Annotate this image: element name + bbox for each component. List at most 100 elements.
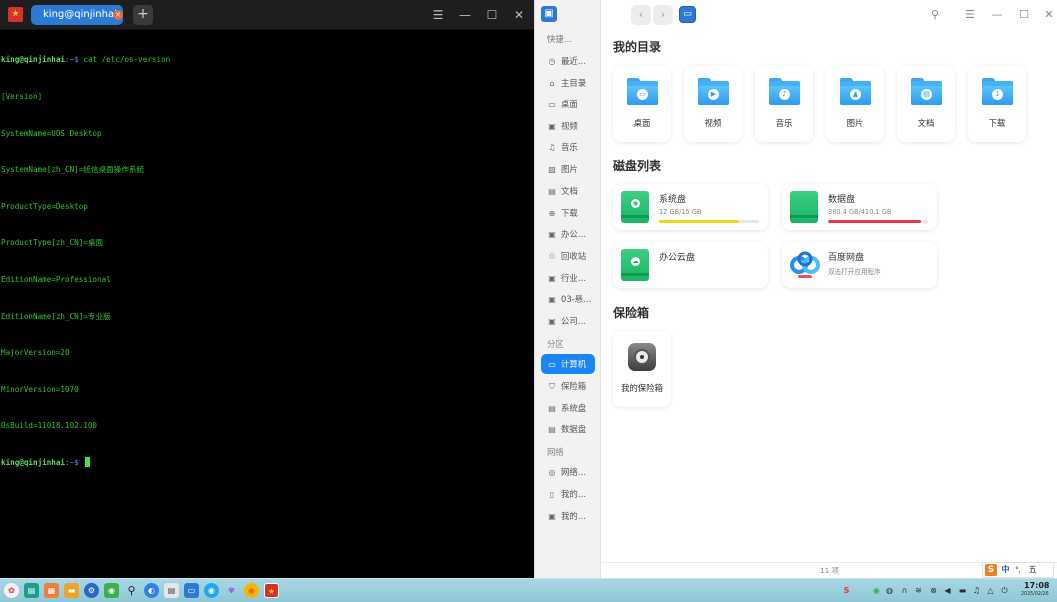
wifi-icon[interactable]: ≋ bbox=[913, 585, 924, 596]
bell-icon[interactable]: △ bbox=[985, 585, 996, 596]
chrome-icon[interactable]: ◉ bbox=[244, 583, 259, 598]
terminal-line: MinorVersion=1070 bbox=[1, 384, 79, 394]
maximize-icon[interactable]: ☐ bbox=[1017, 8, 1031, 22]
section-title-my-dirs: 我的目录 bbox=[613, 40, 662, 54]
connection-icon[interactable]: ⊗ bbox=[928, 585, 939, 596]
dir-label: 文档 bbox=[917, 118, 935, 128]
terminal-tab[interactable]: king@qinjinhai: ~ bbox=[31, 5, 123, 25]
ime-punct-toggle[interactable]: °, bbox=[1015, 563, 1026, 577]
terminal-window[interactable]: ★ king@qinjinhai: ~ ✕ + ☰ — ☐ ✕ king@qin… bbox=[0, 0, 534, 578]
battery-icon[interactable]: ▬ bbox=[957, 585, 968, 596]
dir-card-desktop[interactable]: ▭ 桌面 bbox=[613, 66, 671, 142]
sidebar-item-network[interactable]: ◎ 网络… bbox=[541, 462, 595, 482]
sidebar-item-home[interactable]: ⌂ 主目录 bbox=[541, 73, 595, 93]
terminal-cursor bbox=[85, 456, 91, 467]
close-icon[interactable]: ✕ bbox=[511, 7, 527, 23]
dir-card-music[interactable]: ♪ 音乐 bbox=[755, 66, 813, 142]
search-icon[interactable]: ⚲ bbox=[928, 8, 942, 22]
sidebar-item-office[interactable]: ▣ 办公… bbox=[541, 224, 595, 244]
disk-card-system[interactable]: ◉ 系统盘 12 GB/15 GB bbox=[613, 184, 768, 230]
disk-size: 380.4 GB/410.1 GB bbox=[828, 208, 892, 216]
notification-icon[interactable]: ♫ bbox=[971, 585, 982, 596]
wechat-icon[interactable]: ◉ bbox=[104, 583, 119, 598]
sidebar-item-video[interactable]: ▣ 视频 bbox=[541, 116, 595, 136]
headset-icon[interactable]: ∩ bbox=[899, 585, 910, 596]
sidebar-item-music[interactable]: ♫ 音乐 bbox=[541, 137, 595, 157]
sidebar-item-vault[interactable]: ⛉ 保险箱 bbox=[541, 376, 595, 396]
sogou-logo-icon[interactable]: S bbox=[985, 564, 997, 576]
vault-card[interactable]: 我的保险箱 bbox=[613, 331, 671, 407]
search-app-icon[interactable]: ⚲ bbox=[124, 583, 139, 598]
dir-card-downloads[interactable]: ↓ 下载 bbox=[968, 66, 1026, 142]
back-button[interactable]: ‹ bbox=[631, 5, 651, 25]
home-icon: ⌂ bbox=[549, 79, 555, 88]
dir-card-pictures[interactable]: ▲ 图片 bbox=[826, 66, 884, 142]
settings-app-icon[interactable]: ⚙ bbox=[84, 583, 99, 598]
sidebar-item-company[interactable]: ▣ 公司… bbox=[541, 311, 595, 331]
breadcrumb-computer-icon[interactable]: ▭ bbox=[679, 6, 696, 23]
forward-button[interactable]: › bbox=[653, 5, 673, 25]
terminal-output[interactable]: king@qinjinhai:~$ cat /etc/os-version [V… bbox=[0, 30, 534, 578]
browser-icon[interactable]: ◐ bbox=[144, 583, 159, 598]
dir-card-documents[interactable]: ▤ 文档 bbox=[897, 66, 955, 142]
sidebar-item-recent[interactable]: ◷ 最近… bbox=[541, 51, 595, 71]
minimize-icon[interactable]: — bbox=[990, 8, 1004, 22]
folder-icon: ▣ bbox=[548, 295, 556, 304]
launcher-icon[interactable]: ✿ bbox=[4, 583, 19, 598]
file-manager-taskbar-icon[interactable]: ▭ bbox=[184, 583, 199, 598]
app-icon-blue[interactable]: ◉ bbox=[204, 583, 219, 598]
dir-card-video[interactable]: ▶ 视频 bbox=[684, 66, 742, 142]
add-tab-button[interactable]: + bbox=[133, 5, 153, 25]
sidebar-item-computer[interactable]: ▭ 计算机 bbox=[541, 354, 595, 374]
sidebar-item-desktop[interactable]: ▭ 桌面 bbox=[541, 94, 595, 114]
close-icon[interactable]: ✕ bbox=[1042, 8, 1056, 22]
sidebar-item-downloads[interactable]: ⊕ 下载 bbox=[541, 203, 595, 223]
terminal-line: king@qinjinhai:~$ bbox=[1, 456, 533, 469]
terminal-line: ProductType=Desktop bbox=[1, 201, 88, 211]
ime-mode-toggle[interactable]: 五 bbox=[1029, 563, 1041, 577]
text-editor-icon[interactable]: ▤ bbox=[164, 583, 179, 598]
disk-name: 数据盘 bbox=[828, 195, 856, 205]
clock-time[interactable]: 17:08 bbox=[1024, 581, 1049, 590]
menu-icon[interactable]: ☰ bbox=[963, 8, 977, 22]
download-icon: ↓ bbox=[992, 89, 1003, 100]
sogou-tray-icon[interactable]: S bbox=[841, 585, 852, 596]
clock-date[interactable]: 2025/02/26 bbox=[1021, 592, 1049, 597]
disk-icon: ▤ bbox=[548, 425, 556, 434]
sidebar-item-my-share[interactable]: ▣ 我的… bbox=[541, 506, 595, 526]
power-icon[interactable]: ⏻ bbox=[999, 585, 1010, 596]
sidebar-item-system-disk[interactable]: ▤ 系统盘 bbox=[541, 398, 595, 418]
tab-close-icon[interactable]: ✕ bbox=[113, 10, 123, 20]
disk-name: 办公云盘 bbox=[659, 253, 696, 263]
sidebar-item-pictures[interactable]: ▧ 图片 bbox=[541, 159, 595, 179]
terminal-taskbar-icon[interactable]: ★ bbox=[264, 583, 279, 598]
file-manager-window[interactable]: ▣ 快捷… ◷ 最近… ⌂ 主目录 ▭ 桌面 ▣ 视频 ♫ 音乐 ▧ 图片 ▤ 文档 ⊕ 下载 … bbox=[534, 0, 1057, 578]
multitask-view-icon[interactable]: ▤ bbox=[24, 583, 39, 598]
wechat-tray-icon[interactable]: ◉ bbox=[871, 585, 882, 596]
app-store-icon[interactable]: ▦ bbox=[44, 583, 59, 598]
sidebar-item-industry[interactable]: ▣ 行业… bbox=[541, 268, 595, 288]
sidebar-item-03[interactable]: ▣ 03-悬… bbox=[541, 289, 595, 309]
maximize-icon[interactable]: ☐ bbox=[484, 7, 500, 23]
volume-icon[interactable]: ◀ bbox=[942, 585, 953, 596]
computer-icon: ▭ bbox=[548, 360, 556, 369]
ime-toolbar[interactable]: S 中 °, 五 ⚙ bbox=[982, 562, 1054, 588]
tray-app-icon[interactable]: ◍ bbox=[884, 585, 895, 596]
sidebar-item-quick[interactable]: 快捷… bbox=[541, 29, 595, 49]
disk-card-office-cloud[interactable]: ☁ 办公云盘 bbox=[613, 242, 768, 288]
disk-card-data[interactable]: 数据盘 380.4 GB/410.1 GB bbox=[782, 184, 937, 230]
sidebar-item-trash[interactable]: ♲ 回收站 bbox=[541, 246, 595, 266]
sidebar-item-my-phone[interactable]: ▯ 我的… bbox=[541, 484, 595, 504]
cloud-disk-icon: ☁ bbox=[621, 249, 649, 281]
video-icon: ▣ bbox=[548, 122, 556, 131]
sidebar-item-documents[interactable]: ▤ 文档 bbox=[541, 181, 595, 201]
app-icon-purple[interactable]: ✾ bbox=[224, 583, 239, 598]
disk-card-baidu[interactable]: 百度网盘 双击打开应用程序 bbox=[782, 242, 937, 288]
disk-name: 系统盘 bbox=[659, 195, 687, 205]
folder-icon: ▣ bbox=[548, 317, 556, 326]
file-manager-app-icon[interactable]: ▬ bbox=[64, 583, 79, 598]
menu-icon[interactable]: ☰ bbox=[430, 7, 446, 23]
minimize-icon[interactable]: — bbox=[457, 7, 473, 23]
ime-lang-toggle[interactable]: 中 bbox=[1002, 563, 1013, 577]
sidebar-item-data-disk[interactable]: ▤ 数据盘 bbox=[541, 419, 595, 439]
